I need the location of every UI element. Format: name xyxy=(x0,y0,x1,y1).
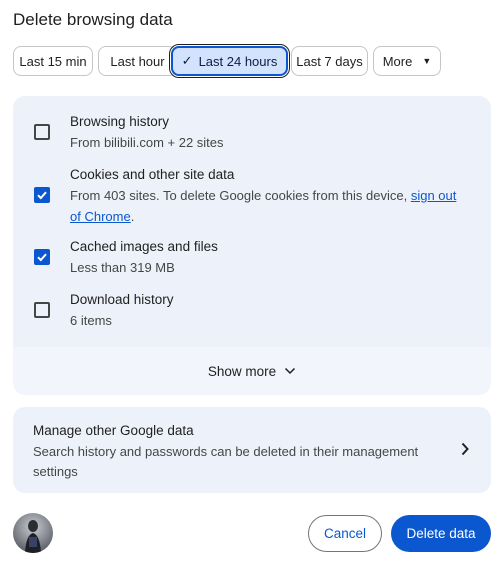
time-range-label: Last 15 min xyxy=(19,53,87,69)
time-range-label: Last 24 hours xyxy=(198,53,278,69)
cached-images-checkbox[interactable] xyxy=(34,249,50,265)
avatar[interactable] xyxy=(13,513,53,553)
cancel-button[interactable]: Cancel xyxy=(308,515,382,552)
checkmark-icon: ✓ xyxy=(181,53,193,68)
time-range-label: Last hour xyxy=(110,53,165,69)
item-subtitle: 6 items xyxy=(70,313,112,328)
item-subtitle: From bilibili.com + 22 sites xyxy=(70,135,224,150)
check-icon xyxy=(37,191,47,200)
list-item-browsing-history[interactable]: Browsing history From bilibili.com + 22 … xyxy=(13,96,491,156)
data-types-panel: Browsing history From bilibili.com + 22 … xyxy=(13,96,491,395)
cookies-checkbox[interactable] xyxy=(34,187,50,203)
list-item-download-history[interactable]: Download history 6 items xyxy=(13,289,491,339)
item-title: Browsing history xyxy=(70,114,170,129)
time-range-more-dropdown[interactable]: More ▼ xyxy=(373,46,441,76)
time-range-label: More xyxy=(382,53,413,69)
manage-title: Manage other Google data xyxy=(33,423,194,438)
list-item-cached-images[interactable]: Cached images and files Less than 319 MB xyxy=(13,236,491,286)
item-subtitle: From 403 sites. To delete Google cookies… xyxy=(70,185,470,227)
time-range-last-7-days[interactable]: Last 7 days xyxy=(291,46,368,76)
check-icon xyxy=(37,253,47,262)
data-types-list: Browsing history From bilibili.com + 22 … xyxy=(13,96,491,347)
browsing-history-checkbox[interactable] xyxy=(34,124,50,140)
item-subtitle-text: From 403 sites. To delete Google cookies… xyxy=(70,188,408,203)
manage-google-data-row[interactable]: Manage other Google data Search history … xyxy=(13,407,491,493)
item-subtitle-end: . xyxy=(130,209,135,224)
item-subtitle: Less than 319 MB xyxy=(70,260,175,275)
item-title: Download history xyxy=(70,292,174,307)
dialog-title: Delete browsing data xyxy=(13,10,173,29)
time-range-last-24-hours[interactable]: ✓ Last 24 hours xyxy=(169,44,290,78)
list-item-cookies[interactable]: Cookies and other site data From 403 sit… xyxy=(13,161,491,231)
time-range-last-15-min[interactable]: Last 15 min xyxy=(13,46,93,76)
show-more-button[interactable]: Show more xyxy=(13,347,491,395)
chevron-right-icon xyxy=(461,442,469,456)
manage-subtitle: Search history and passwords can be dele… xyxy=(33,444,419,479)
show-more-label: Show more xyxy=(207,363,277,379)
caret-down-icon: ▼ xyxy=(422,56,432,66)
item-title: Cookies and other site data xyxy=(70,167,235,182)
item-title: Cached images and files xyxy=(70,239,218,254)
chevron-down-icon xyxy=(285,367,296,375)
time-range-last-hour[interactable]: Last hour xyxy=(98,46,177,76)
time-range-label: Last 7 days xyxy=(296,53,363,69)
download-history-checkbox[interactable] xyxy=(34,302,50,318)
delete-data-button[interactable]: Delete data xyxy=(391,515,491,552)
profile-picture xyxy=(25,520,41,553)
